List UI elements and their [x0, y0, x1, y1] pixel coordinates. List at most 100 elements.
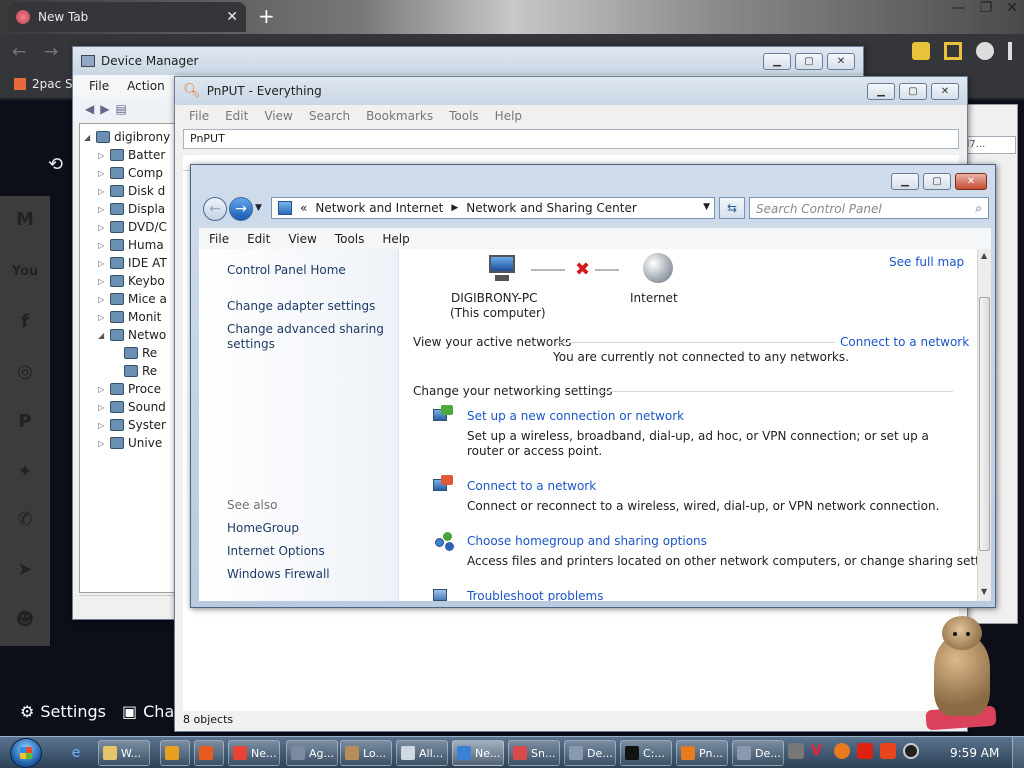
scroll-up-icon[interactable]: ▲	[981, 251, 987, 260]
taskbar-button[interactable]: Lo...	[340, 740, 392, 766]
everything-minimize-button[interactable]: ▁	[867, 83, 895, 100]
internet-explorer-icon[interactable]: e	[66, 743, 86, 763]
back-arrow-icon[interactable]: ←	[203, 197, 227, 221]
device-tree-item[interactable]: Re	[112, 344, 157, 362]
tree-expander-icon[interactable]: ▷	[98, 277, 106, 286]
dm-menu-action[interactable]: Action	[127, 79, 165, 93]
windows-firewall-link[interactable]: Windows Firewall	[227, 567, 387, 582]
tree-expander-icon[interactable]: ▷	[98, 151, 106, 160]
recent-pages-chevron-icon[interactable]: ▼	[255, 203, 262, 213]
change-advanced-sharing-link[interactable]: Change advanced sharing settings	[227, 322, 387, 352]
pinterest-icon[interactable]: P	[8, 404, 42, 438]
device-tree-item[interactable]: ▷ Monit	[98, 308, 161, 326]
tree-expander-icon[interactable]: ▷	[98, 205, 106, 214]
tree-expander-icon[interactable]: ▷	[98, 421, 106, 430]
device-tree-item[interactable]: ▷ Syster	[98, 416, 166, 434]
troubleshoot-link[interactable]: Troubleshoot problems	[467, 589, 603, 601]
everything-close-button[interactable]: ✕	[931, 83, 959, 100]
taskbar-button[interactable]: Pn...	[676, 740, 728, 766]
connect-to-network-link[interactable]: Connect to a network	[840, 335, 969, 349]
taskbar-button[interactable]: Ne...	[228, 740, 280, 766]
everything-menu-item[interactable]: Bookmarks	[366, 109, 433, 123]
tree-expander-icon[interactable]: ▷	[98, 169, 106, 178]
chrome-minimize-button[interactable]: —	[952, 0, 966, 16]
nsc-menu-item[interactable]: Tools	[335, 232, 365, 246]
homegroup-link[interactable]: HomeGroup	[227, 521, 387, 536]
taskbar-button[interactable]	[194, 740, 224, 766]
change-adapter-settings-link[interactable]: Change adapter settings	[227, 299, 387, 314]
tree-expander-icon[interactable]: ◢	[84, 133, 92, 142]
scroll-down-icon[interactable]: ▼	[981, 587, 987, 596]
device-tree-item[interactable]: ▷ Batter	[98, 146, 165, 164]
forward-arrow-icon[interactable]: →	[229, 197, 253, 221]
char-button[interactable]: ▣ Char	[122, 702, 181, 721]
settings-button[interactable]: ⚙ Settings	[20, 702, 106, 721]
chrome-tab-close-icon[interactable]: ✕	[226, 9, 238, 25]
device-tree-item[interactable]: ▷ Displa	[98, 200, 165, 218]
youtube-icon[interactable]: You	[8, 254, 42, 288]
chrome-forward-icon[interactable]: →	[44, 42, 58, 62]
scroll-thumb[interactable]	[979, 297, 990, 551]
profile-avatar-icon[interactable]	[976, 42, 994, 60]
extension-puzzle-icon[interactable]	[912, 42, 930, 60]
chrome-menu-icon[interactable]	[1008, 42, 1012, 60]
see-full-map-link[interactable]: See full map	[889, 255, 964, 269]
tray-v-icon[interactable]: V	[811, 743, 827, 759]
breadcrumb-network-internet[interactable]: Network and Internet	[315, 201, 443, 215]
nsc-menu-item[interactable]: Help	[382, 232, 409, 246]
device-tree-item[interactable]: ◢ digibrony	[84, 128, 170, 146]
tree-expander-icon[interactable]: ▷	[98, 223, 106, 232]
history-icon[interactable]: ⟲	[48, 154, 63, 175]
device-tree-item[interactable]: ▷ Huma	[98, 236, 164, 254]
taskbar-button[interactable]: De...	[564, 740, 616, 766]
taskbar-button[interactable]: All...	[396, 740, 448, 766]
tray-app-icon[interactable]	[788, 743, 804, 759]
nsc-menu-item[interactable]: Edit	[247, 232, 270, 246]
tray-record-icon[interactable]	[880, 743, 896, 759]
tray-volume-icon[interactable]	[903, 743, 919, 759]
dm-back-icon[interactable]: ◀	[85, 102, 94, 116]
setup-connection-link[interactable]: Set up a new connection or network	[467, 409, 684, 423]
tree-expander-icon[interactable]: ▷	[98, 295, 106, 304]
everything-menu-item[interactable]: Help	[495, 109, 522, 123]
address-bar[interactable]: « Network and Internet ▶ Network and Sha…	[271, 197, 715, 219]
device-manager-titlebar[interactable]: Device Manager	[73, 47, 863, 75]
taskbar-button[interactable]: Ag...	[286, 740, 338, 766]
chrome-new-tab-button[interactable]: +	[258, 4, 275, 28]
instagram-icon[interactable]: ◎	[8, 354, 42, 388]
nsc-close-button[interactable]: ✕	[955, 173, 987, 190]
nsc-minimize-button[interactable]: ▁	[891, 173, 919, 190]
device-tree-item[interactable]: ▷ Sound	[98, 398, 166, 416]
device-manager-close-button[interactable]: ✕	[827, 53, 855, 70]
dm-properties-icon[interactable]: ▤	[115, 102, 126, 116]
search-control-panel-input[interactable]: Search Control Panel ⌕	[749, 197, 989, 219]
device-tree-item[interactable]: Re	[112, 362, 157, 380]
taskbar-button[interactable]	[160, 740, 190, 766]
bookmark-2pac[interactable]: 2pac S	[14, 77, 73, 91]
taskbar-clock[interactable]: 9:59 AM	[950, 746, 999, 760]
nsc-menu-item[interactable]: View	[288, 232, 316, 246]
chrome-back-icon[interactable]: ←	[12, 42, 26, 62]
chrome-close-button[interactable]: ✕	[1006, 0, 1018, 16]
everything-menu-item[interactable]: View	[264, 109, 292, 123]
homegroup-options-link[interactable]: Choose homegroup and sharing options	[467, 534, 707, 548]
device-tree-item[interactable]: ▷ Keybo	[98, 272, 165, 290]
tree-expander-icon[interactable]: ▷	[98, 241, 106, 250]
everything-search-input[interactable]: PnPUT	[183, 129, 959, 149]
nsc-maximize-button[interactable]: ▢	[923, 173, 951, 190]
twitter-icon[interactable]: ✦	[8, 454, 42, 488]
taskbar-button[interactable]: C:...	[620, 740, 672, 766]
show-desktop-button[interactable]	[1012, 737, 1024, 768]
sidebar-icon[interactable]	[944, 42, 962, 60]
tree-expander-icon[interactable]: ▷	[98, 385, 106, 394]
taskbar-button[interactable]: Ne...	[452, 740, 504, 766]
facebook-icon[interactable]: f	[8, 304, 42, 338]
device-tree-item[interactable]: ▷ Proce	[98, 380, 161, 398]
device-manager-maximize-button[interactable]: ▢	[795, 53, 823, 70]
breadcrumb-separator-icon[interactable]: ▶	[451, 203, 458, 213]
reddit-icon[interactable]: ☻	[8, 602, 42, 636]
refresh-button[interactable]: ⇆	[719, 197, 745, 219]
control-panel-home-link[interactable]: Control Panel Home	[227, 263, 387, 278]
chrome-maximize-button[interactable]: ❐	[980, 0, 993, 16]
tree-expander-icon[interactable]: ▷	[98, 403, 106, 412]
